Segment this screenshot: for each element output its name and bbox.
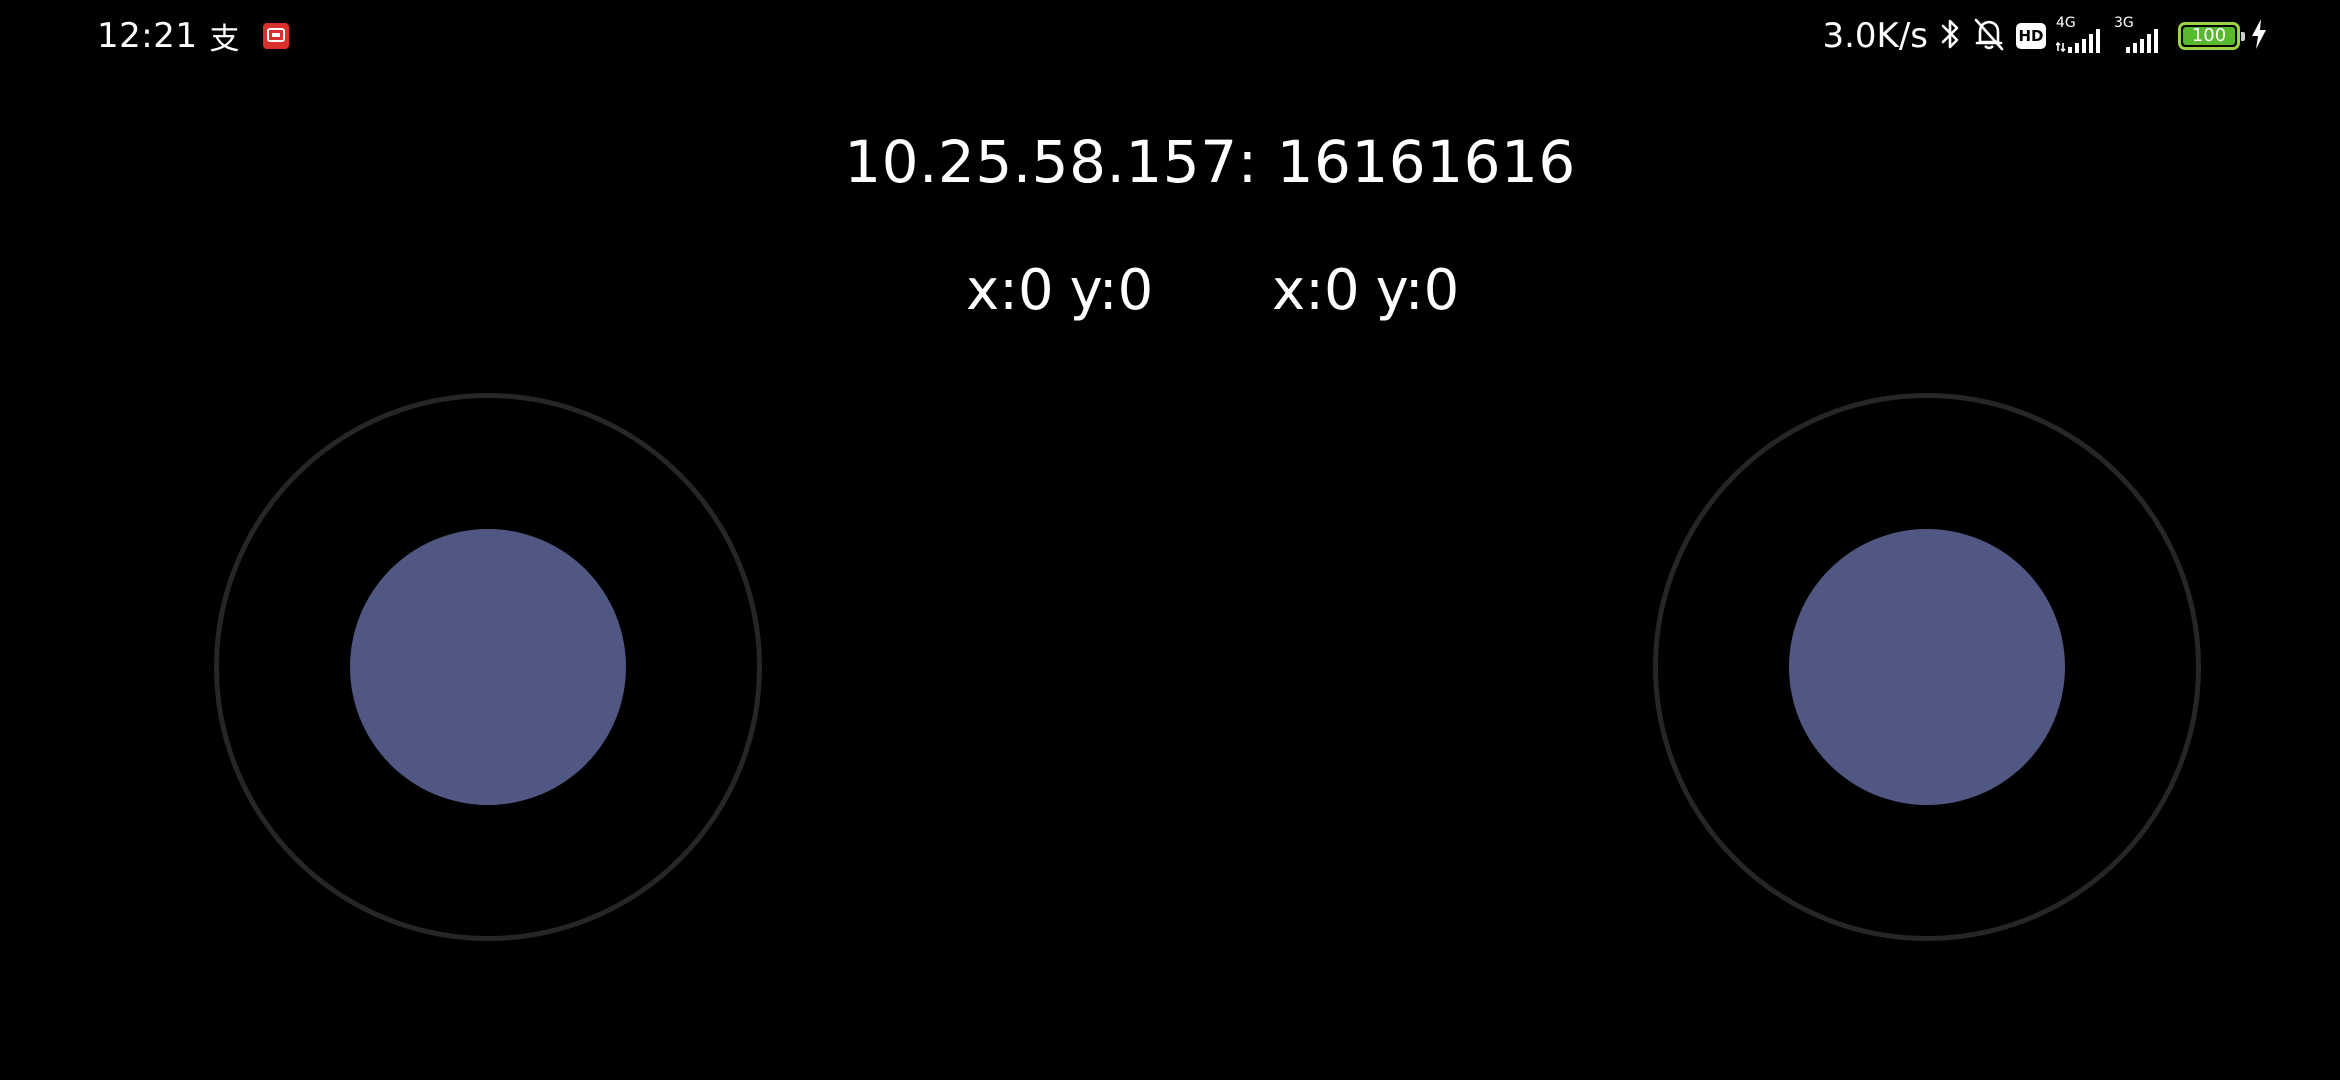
status-time: 12:21 (97, 16, 198, 56)
right-stick-y: y:0 (1375, 258, 1460, 323)
app-notification-icon (263, 23, 290, 49)
left-stick-y: y:0 (1069, 258, 1154, 323)
status-bar-right: 3.0K/s HD 4G 3G 100 (1822, 14, 2268, 58)
right-stick-x: x:0 (1272, 258, 1360, 323)
joystick-controller-screen: 12:21 支 3.0K/s HD 4G 3G 100 10.25.58.157… (0, 0, 2340, 1080)
bluetooth-icon (1940, 16, 1962, 56)
right-joystick[interactable] (1653, 393, 2201, 941)
right-joystick-knob[interactable] (1789, 529, 2065, 805)
sim2-signal-icon: 3G (2114, 15, 2162, 53)
battery-level: 100 (2191, 25, 2227, 46)
status-bar-left: 12:21 支 (97, 14, 290, 58)
network-speed: 3.0K/s (1822, 16, 1928, 56)
status-bar: 12:21 支 3.0K/s HD 4G 3G 100 (0, 0, 2340, 72)
battery-icon: 100 (2178, 22, 2245, 50)
left-joystick[interactable] (214, 393, 762, 941)
charging-icon (2250, 17, 2268, 55)
right-stick-readout: x:0 y:0 (1272, 258, 1459, 323)
left-joystick-knob[interactable] (350, 529, 626, 805)
hd-voice-icon: HD (2016, 23, 2046, 49)
sim1-signal-icon: 4G (2056, 15, 2104, 53)
coordinates-row: x:0 y:0 x:0 y:0 (0, 258, 2340, 328)
alipay-notification-icon: 支 (209, 22, 240, 57)
mute-bell-icon (1972, 16, 2006, 56)
left-stick-x: x:0 (966, 258, 1054, 323)
left-stick-readout: x:0 y:0 (966, 258, 1153, 323)
connection-address: 10.25.58.157: 16161616 (844, 128, 1576, 196)
